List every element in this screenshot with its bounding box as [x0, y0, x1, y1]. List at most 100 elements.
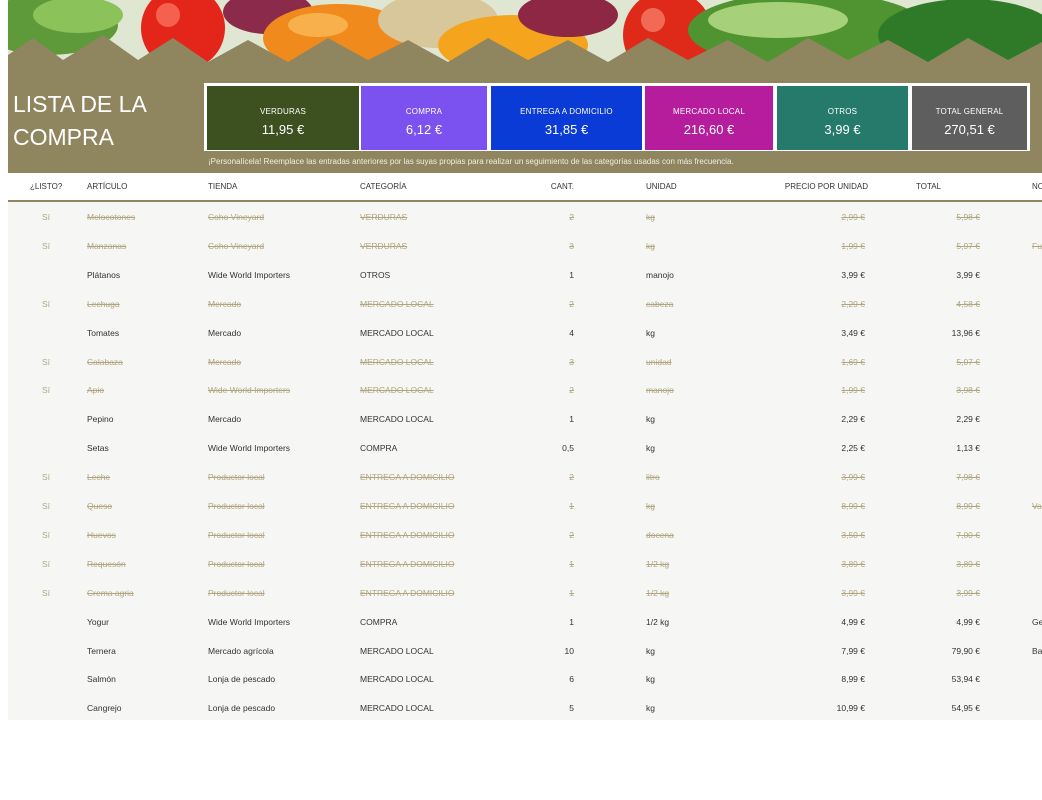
cell-precio[interactable]: 8,99 €: [753, 674, 865, 684]
cell-categoria[interactable]: MERCADO LOCAL: [360, 703, 530, 713]
cell-notas[interactable]: Fu: [1032, 241, 1042, 251]
cell-tienda[interactable]: Mercado: [208, 414, 353, 424]
cell-articulo[interactable]: Ternera: [87, 646, 197, 656]
cell-total[interactable]: 5,98 €: [888, 212, 980, 222]
cell-listo[interactable]: Sí: [42, 357, 62, 367]
cell-articulo[interactable]: Manzanas: [87, 241, 197, 251]
cell-articulo[interactable]: Salmón: [87, 674, 197, 684]
cell-precio[interactable]: 1,69 €: [753, 357, 865, 367]
cell-categoria[interactable]: MERCADO LOCAL: [360, 299, 530, 309]
cell-articulo[interactable]: Crema agria: [87, 588, 197, 598]
cell-cant[interactable]: 4: [536, 328, 574, 338]
cell-articulo[interactable]: Plátanos: [87, 270, 197, 280]
cell-listo[interactable]: Sí: [42, 385, 62, 395]
cell-precio[interactable]: 1,99 €: [753, 385, 865, 395]
cell-precio[interactable]: 3,99 €: [753, 472, 865, 482]
cell-total[interactable]: 3,98 €: [888, 385, 980, 395]
table-row[interactable]: Sí Lechuga Mercado MERCADO LOCAL 2 cabeza 2,29…: [8, 289, 1042, 318]
cell-articulo[interactable]: Queso: [87, 501, 197, 511]
cell-articulo[interactable]: Melocotones: [87, 212, 197, 222]
cell-tienda[interactable]: Wide World Importers: [208, 270, 353, 280]
column-header-4[interactable]: CANT.: [536, 182, 574, 191]
cell-tienda[interactable]: Coho Vineyard: [208, 212, 353, 222]
cell-total[interactable]: 79,90 €: [888, 646, 980, 656]
cell-listo[interactable]: Sí: [42, 299, 62, 309]
cell-unidad[interactable]: cabeza: [646, 299, 746, 309]
cell-articulo[interactable]: Huevos: [87, 530, 197, 540]
cell-precio[interactable]: 10,99 €: [753, 703, 865, 713]
cell-categoria[interactable]: MERCADO LOCAL: [360, 385, 530, 395]
cell-total[interactable]: 7,00 €: [888, 530, 980, 540]
cell-tienda[interactable]: Mercado: [208, 328, 353, 338]
cell-cant[interactable]: 2: [536, 212, 574, 222]
cell-listo[interactable]: Sí: [42, 212, 62, 222]
table-row[interactable]: Salmón Lonja de pescado MERCADO LOCAL 6 kg 8,…: [8, 664, 1042, 693]
cell-categoria[interactable]: MERCADO LOCAL: [360, 414, 530, 424]
cell-unidad[interactable]: kg: [646, 443, 746, 453]
cell-listo[interactable]: Sí: [42, 501, 62, 511]
table-row[interactable]: Pepino Mercado MERCADO LOCAL 1 kg 2,29 € 2,29 …: [8, 404, 1042, 433]
cell-listo[interactable]: Sí: [42, 241, 62, 251]
cell-articulo[interactable]: Pepino: [87, 414, 197, 424]
cell-unidad[interactable]: kg: [646, 674, 746, 684]
table-row[interactable]: Plátanos Wide World Importers OTROS 1 manojo…: [8, 260, 1042, 289]
cell-unidad[interactable]: kg: [646, 646, 746, 656]
cell-categoria[interactable]: COMPRA: [360, 443, 530, 453]
cell-unidad[interactable]: kg: [646, 328, 746, 338]
column-header-8[interactable]: NO: [1032, 182, 1042, 191]
cell-listo[interactable]: Sí: [42, 588, 62, 598]
cell-unidad[interactable]: kg: [646, 414, 746, 424]
cell-unidad[interactable]: unidad: [646, 357, 746, 367]
cell-cant[interactable]: 0,5: [536, 443, 574, 453]
cell-precio[interactable]: 3,89 €: [753, 559, 865, 569]
cell-tienda[interactable]: Wide World Importers: [208, 443, 353, 453]
table-row[interactable]: Sí Melocotones Coho Vineyard VERDURAS 2 kg 2,9…: [8, 202, 1042, 231]
cell-notas[interactable]: Ba: [1032, 646, 1042, 656]
cell-categoria[interactable]: MERCADO LOCAL: [360, 328, 530, 338]
cell-total[interactable]: 53,94 €: [888, 674, 980, 684]
column-header-6[interactable]: PRECIO POR UNIDAD: [753, 182, 868, 191]
column-header-2[interactable]: TIENDA: [208, 182, 237, 191]
cell-categoria[interactable]: ENTREGA A DOMICILIO: [360, 559, 530, 569]
table-row[interactable]: Tomates Mercado MERCADO LOCAL 4 kg 3,49 € 13,9…: [8, 318, 1042, 347]
cell-total[interactable]: 2,29 €: [888, 414, 980, 424]
cell-cant[interactable]: 6: [536, 674, 574, 684]
cell-articulo[interactable]: Leche: [87, 472, 197, 482]
cell-tienda[interactable]: Wide World Importers: [208, 385, 353, 395]
cell-articulo[interactable]: Lechuga: [87, 299, 197, 309]
cell-listo[interactable]: Sí: [42, 530, 62, 540]
column-header-0[interactable]: ¿LISTO?: [30, 182, 62, 191]
cell-categoria[interactable]: VERDURAS: [360, 241, 530, 251]
cell-tienda[interactable]: Coho Vineyard: [208, 241, 353, 251]
cell-precio[interactable]: 8,99 €: [753, 501, 865, 511]
table-row[interactable]: Sí Huevos Productor local ENTREGA A DOMICIL…: [8, 520, 1042, 549]
cell-categoria[interactable]: MERCADO LOCAL: [360, 674, 530, 684]
cell-total[interactable]: 3,99 €: [888, 588, 980, 598]
cell-articulo[interactable]: Tomates: [87, 328, 197, 338]
cell-total[interactable]: 13,96 €: [888, 328, 980, 338]
cell-cant[interactable]: 1: [536, 588, 574, 598]
table-row[interactable]: Cangrejo Lonja de pescado MERCADO LOCAL 5 kg…: [8, 693, 1042, 720]
table-row[interactable]: Sí Requesón Productor local ENTREGA A DOMIC…: [8, 549, 1042, 578]
cell-unidad[interactable]: manojo: [646, 385, 746, 395]
cell-precio[interactable]: 3,49 €: [753, 328, 865, 338]
cell-total[interactable]: 5,97 €: [888, 241, 980, 251]
cell-unidad[interactable]: manojo: [646, 270, 746, 280]
table-row[interactable]: Sí Calabaza Mercado MERCADO LOCAL 3 unidad 1,6…: [8, 347, 1042, 376]
table-row[interactable]: Ternera Mercado agrícola MERCADO LOCAL 10 kg…: [8, 636, 1042, 665]
table-row[interactable]: Sí Manzanas Coho Vineyard VERDURAS 3 kg 1,99 €…: [8, 231, 1042, 260]
table-row[interactable]: Sí Apio Wide World Importers MERCADO LOCAL 2…: [8, 375, 1042, 404]
cell-cant[interactable]: 2: [536, 530, 574, 540]
cell-notas[interactable]: Va: [1032, 501, 1042, 511]
cell-articulo[interactable]: Cangrejo: [87, 703, 197, 713]
cell-articulo[interactable]: Requesón: [87, 559, 197, 569]
cell-tienda[interactable]: Productor local: [208, 530, 353, 540]
cell-total[interactable]: 1,13 €: [888, 443, 980, 453]
cell-cant[interactable]: 1: [536, 501, 574, 511]
cell-unidad[interactable]: 1/2 kg: [646, 617, 746, 627]
cell-total[interactable]: 54,95 €: [888, 703, 980, 713]
cell-categoria[interactable]: ENTREGA A DOMICILIO: [360, 588, 530, 598]
cell-categoria[interactable]: COMPRA: [360, 617, 530, 627]
cell-tienda[interactable]: Productor local: [208, 501, 353, 511]
table-row[interactable]: Sí Queso Productor local ENTREGA A DOMICILI…: [8, 491, 1042, 520]
